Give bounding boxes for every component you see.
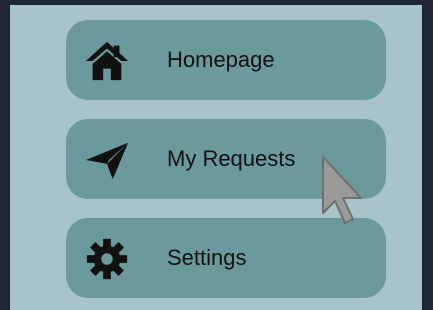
paper-plane-icon [85,142,129,180]
sidebar-item-homepage[interactable]: Homepage [66,20,386,100]
sidebar-item-label: Homepage [167,47,275,72]
sidebar-item-label: Settings [167,245,247,270]
home-icon [85,41,129,81]
gear-icon [86,238,128,280]
sidebar-nav: Homepage My Requests Settings [10,5,422,310]
app-frame: Homepage My Requests Settings [0,0,433,310]
sidebar-item-settings[interactable]: Settings [66,218,386,298]
sidebar-item-my-requests[interactable]: My Requests [66,119,386,199]
sidebar-item-label: My Requests [167,146,296,171]
